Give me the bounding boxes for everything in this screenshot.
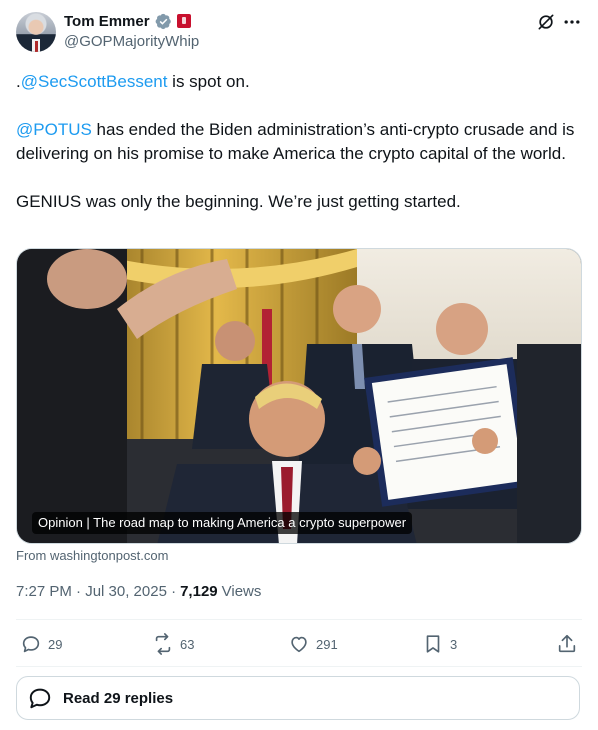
avatar[interactable] bbox=[16, 12, 56, 52]
like-count: 291 bbox=[316, 636, 338, 652]
bookmark-count: 3 bbox=[450, 636, 458, 652]
divider-top bbox=[16, 619, 582, 620]
action-bar: 29 63 291 3 bbox=[16, 630, 582, 658]
retweet-icon bbox=[155, 633, 171, 655]
author-handle[interactable]: @GOPMajorityWhip bbox=[64, 33, 199, 50]
tweet-line-1: .@SecScottBessent is spot on. bbox=[16, 70, 582, 94]
grok-icon[interactable] bbox=[536, 12, 556, 32]
bookmark-button[interactable]: 3 bbox=[422, 630, 457, 658]
divider-bottom bbox=[16, 666, 582, 667]
photo-illustration bbox=[17, 249, 581, 543]
tweet-text: .@SecScottBessent is spot on. @POTUS has… bbox=[16, 70, 582, 214]
line1-rest: is spot on. bbox=[167, 72, 250, 91]
tweet-paragraph-2: @POTUS has ended the Biden administratio… bbox=[16, 118, 582, 166]
author-name-row: Tom Emmer bbox=[64, 11, 191, 31]
reply-icon bbox=[22, 636, 40, 653]
article-caption: Opinion | The road map to making America… bbox=[32, 512, 413, 534]
verified-badge-icon bbox=[155, 13, 171, 29]
replies-bubble-icon bbox=[29, 688, 51, 709]
views-label: Views bbox=[221, 583, 262, 600]
bookmark-icon bbox=[426, 635, 440, 653]
views-count: 7,129 bbox=[180, 583, 218, 600]
flag-icon bbox=[176, 14, 191, 28]
reply-count: 29 bbox=[48, 636, 63, 652]
tweet-meta: 7:27 PM · Jul 30, 2025 · 7,129 Views bbox=[16, 583, 261, 600]
read-replies-label: Read 29 replies bbox=[63, 689, 174, 707]
like-icon bbox=[291, 636, 307, 653]
mention-secscottbessent[interactable]: @SecScottBessent bbox=[21, 72, 168, 91]
read-replies-button[interactable]: Read 29 replies bbox=[16, 676, 580, 720]
article-card-image[interactable] bbox=[16, 248, 582, 544]
timestamp[interactable]: 7:27 PM · Jul 30, 2025 · bbox=[16, 583, 176, 600]
article-source[interactable]: From washingtonpost.com bbox=[16, 548, 168, 563]
retweet-button[interactable]: 63 bbox=[152, 630, 194, 658]
more-icon[interactable] bbox=[562, 12, 582, 32]
mention-potus[interactable]: @POTUS bbox=[16, 120, 92, 139]
retweet-count: 63 bbox=[180, 636, 195, 652]
share-icon bbox=[558, 634, 576, 653]
tweet-paragraph-3: GENIUS was only the beginning. We’re jus… bbox=[16, 192, 461, 211]
reply-button[interactable]: 29 bbox=[20, 630, 62, 658]
para2-rest: has ended the Biden administration’s ant… bbox=[16, 120, 575, 163]
author-name[interactable]: Tom Emmer bbox=[64, 13, 150, 30]
share-button[interactable] bbox=[556, 630, 578, 658]
like-button[interactable]: 291 bbox=[288, 630, 338, 658]
